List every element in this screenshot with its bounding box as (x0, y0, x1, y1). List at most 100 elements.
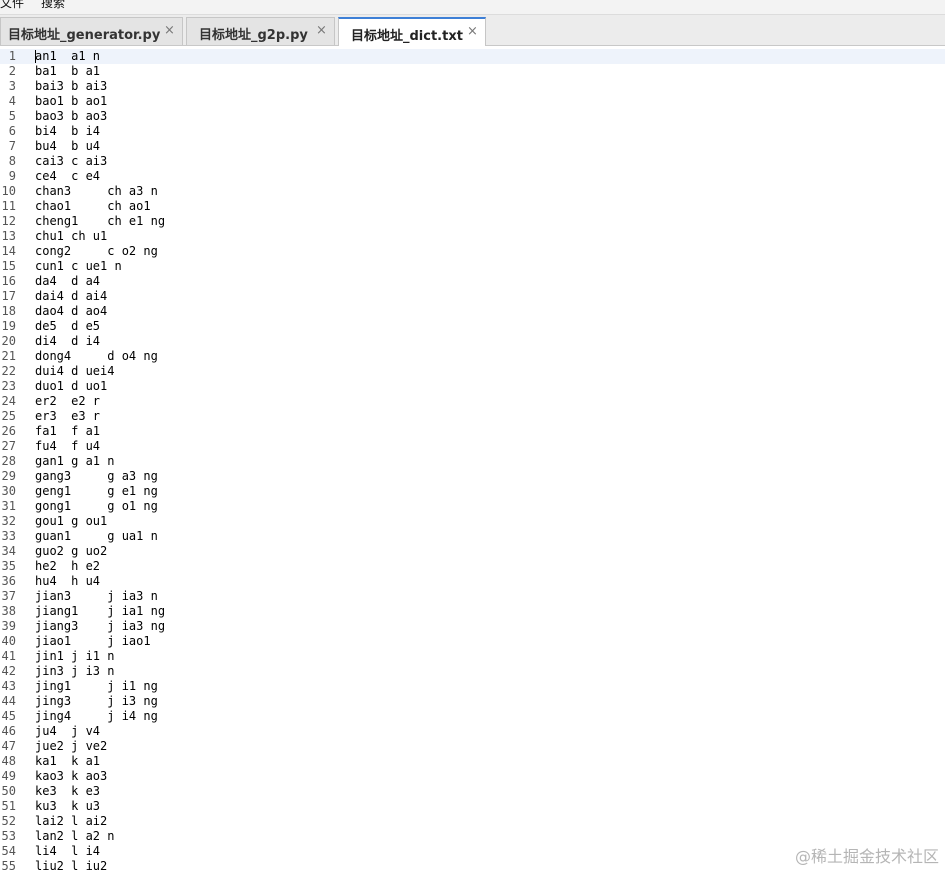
editor-line[interactable]: 22 dui4 d uei4 (0, 364, 945, 379)
tab-generator-py[interactable]: 目标地址_generator.py × (0, 17, 183, 45)
close-icon[interactable]: × (316, 23, 327, 38)
editor-line[interactable]: 10 chan3 ch a3 n (0, 184, 945, 199)
line-text: cai3 c ai3 (35, 154, 108, 168)
editor-line[interactable]: 15 cun1 c ue1 n (0, 259, 945, 274)
tab-g2p-py[interactable]: 目标地址_g2p.py × (186, 17, 335, 45)
line-number: 49 (1, 769, 16, 783)
editor-line[interactable]: 30 geng1 g e1 ng (0, 484, 945, 499)
editor-line[interactable]: 4 bao1 b ao1 (0, 94, 945, 109)
editor-line[interactable]: 18 dao4 d ao4 (0, 304, 945, 319)
line-number: 31 (1, 499, 16, 513)
editor-line[interactable]: 14 cong2 c o2 ng (0, 244, 945, 259)
line-number: 34 (1, 544, 16, 558)
line-text: geng1 g e1 ng (35, 484, 158, 498)
line-number: 20 (1, 334, 16, 348)
editor-line[interactable]: 42 jin3 j i3 n (0, 664, 945, 679)
editor-line[interactable]: 5 bao3 b ao3 (0, 109, 945, 124)
editor-line[interactable]: 45 jing4 j i4 ng (0, 709, 945, 724)
editor-line[interactable]: 24 er2 e2 r (0, 394, 945, 409)
editor-line[interactable]: 36 hu4 h u4 (0, 574, 945, 589)
editor-line[interactable]: 50 ke3 k e3 (0, 784, 945, 799)
editor-area[interactable]: 1 an1 a1 n 2 ba1 b a1 3 bai3 b ai3 4 bao1 b ao1… (0, 46, 945, 873)
line-text: duo1 d uo1 (35, 379, 108, 393)
editor-line[interactable]: 41 jin1 j i1 n (0, 649, 945, 664)
editor-line[interactable]: 19 de5 d e5 (0, 319, 945, 334)
text-caret (35, 50, 36, 63)
editor-line[interactable]: 20 di4 d i4 (0, 334, 945, 349)
line-text: jing4 j i4 ng (35, 709, 158, 723)
editor-line[interactable]: 27 fu4 f u4 (0, 439, 945, 454)
editor-line[interactable]: 2 ba1 b a1 (0, 64, 945, 79)
line-number: 6 (8, 124, 16, 138)
line-number: 4 (8, 94, 16, 108)
line-number: 52 (1, 814, 16, 828)
editor-line[interactable]: 3 bai3 b ai3 (0, 79, 945, 94)
editor-line[interactable]: 8 cai3 c ai3 (0, 154, 945, 169)
tab-dict-txt[interactable]: 目标地址_dict.txt × (338, 17, 486, 46)
line-text: kao3 k ao3 (35, 769, 108, 783)
editor-line[interactable]: 52 lai2 l ai2 (0, 814, 945, 829)
editor-line[interactable]: 38 jiang1 j ia1 ng (0, 604, 945, 619)
editor-line[interactable]: 35 he2 h e2 (0, 559, 945, 574)
line-text: ba1 b a1 (35, 64, 101, 78)
line-number: 12 (1, 214, 16, 228)
tab-label: 目标地址_dict.txt (351, 29, 463, 44)
editor-line[interactable]: 7 bu4 b u4 (0, 139, 945, 154)
line-number: 44 (1, 694, 16, 708)
line-number: 47 (1, 739, 16, 753)
menu-file[interactable]: 文件 (0, 0, 24, 9)
line-text: chan3 ch a3 n (35, 184, 158, 198)
line-number: 37 (1, 589, 16, 603)
editor-line[interactable]: 6 bi4 b i4 (0, 124, 945, 139)
editor-line[interactable]: 16 da4 d a4 (0, 274, 945, 289)
line-text: jiang1 j ia1 ng (35, 604, 166, 618)
editor-line[interactable]: 25 er3 e3 r (0, 409, 945, 424)
editor-line[interactable]: 46 ju4 j v4 (0, 724, 945, 739)
editor-line[interactable]: 48 ka1 k a1 (0, 754, 945, 769)
line-text: cun1 c ue1 n (35, 259, 122, 273)
line-text: er3 e3 r (35, 409, 101, 423)
editor-line[interactable]: 17 dai4 d ai4 (0, 289, 945, 304)
editor-line[interactable]: 49 kao3 k ao3 (0, 769, 945, 784)
editor-line[interactable]: 44 jing3 j i3 ng (0, 694, 945, 709)
line-number: 39 (1, 619, 16, 633)
editor-line[interactable]: 34 guo2 g uo2 (0, 544, 945, 559)
line-number: 16 (1, 274, 16, 288)
editor-line[interactable]: 31 gong1 g o1 ng (0, 499, 945, 514)
line-text: chao1 ch ao1 (35, 199, 151, 213)
line-text: jin1 j i1 n (35, 649, 115, 663)
editor-line[interactable]: 1 an1 a1 n (0, 49, 945, 64)
editor-line[interactable]: 13 chu1 ch u1 (0, 229, 945, 244)
line-number: 30 (1, 484, 16, 498)
line-text: guan1 g ua1 n (35, 529, 158, 543)
editor-line[interactable]: 47 jue2 j ve2 (0, 739, 945, 754)
close-icon[interactable]: × (164, 23, 175, 38)
editor-line[interactable]: 11 chao1 ch ao1 (0, 199, 945, 214)
editor-line[interactable]: 23 duo1 d uo1 (0, 379, 945, 394)
editor-line[interactable]: 9 ce4 c e4 (0, 169, 945, 184)
line-text: bi4 b i4 (35, 124, 101, 138)
editor-line[interactable]: 26 fa1 f a1 (0, 424, 945, 439)
editor-line[interactable]: 12 cheng1 ch e1 ng (0, 214, 945, 229)
editor-line[interactable]: 21 dong4 d o4 ng (0, 349, 945, 364)
line-number: 42 (1, 664, 16, 678)
editor-lines: 1 an1 a1 n 2 ba1 b a1 3 bai3 b ai3 4 bao1 b ao1… (0, 49, 945, 873)
editor-line[interactable]: 37 jian3 j ia3 n (0, 589, 945, 604)
editor-line[interactable]: 28 gan1 g a1 n (0, 454, 945, 469)
editor-line[interactable]: 33 guan1 g ua1 n (0, 529, 945, 544)
line-text: jiang3 j ia3 ng (35, 619, 166, 633)
line-text: bao1 b ao1 (35, 94, 108, 108)
editor-line[interactable]: 29 gang3 g a3 ng (0, 469, 945, 484)
editor-line[interactable]: 39 jiang3 j ia3 ng (0, 619, 945, 634)
line-number: 32 (1, 514, 16, 528)
line-text: bao3 b ao3 (35, 109, 108, 123)
line-number: 55 (1, 859, 16, 873)
close-icon[interactable]: × (467, 24, 478, 39)
menu-search[interactable]: 搜索 (41, 0, 65, 9)
editor-line[interactable]: 51 ku3 k u3 (0, 799, 945, 814)
editor-line[interactable]: 53 lan2 l a2 n (0, 829, 945, 844)
editor-line[interactable]: 40 jiao1 j iao1 (0, 634, 945, 649)
editor-line[interactable]: 32 gou1 g ou1 (0, 514, 945, 529)
editor-line[interactable]: 43 jing1 j i1 ng (0, 679, 945, 694)
line-number: 9 (8, 169, 16, 183)
